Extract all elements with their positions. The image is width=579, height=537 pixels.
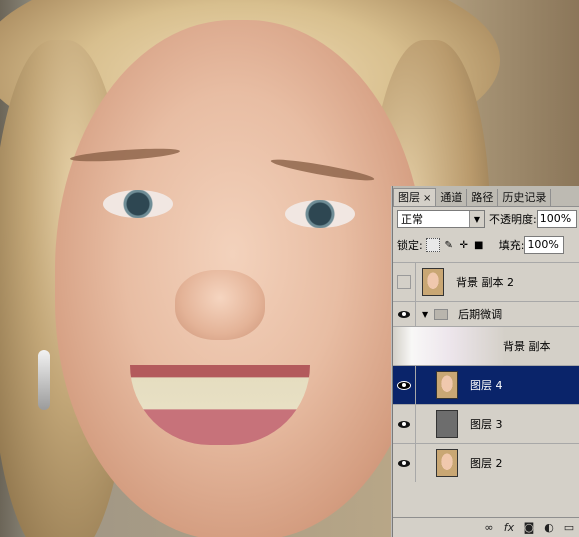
- layer-name: 后期微调: [458, 308, 503, 321]
- opacity-input[interactable]: 100%: [536, 210, 577, 228]
- chevron-down-icon[interactable]: ▼: [469, 211, 484, 227]
- layers-toolbar: ∞ fx ◙ ◐ ▭: [393, 517, 579, 537]
- lock-move-icon[interactable]: ✛: [458, 239, 470, 251]
- fill-label: 填充:: [498, 239, 525, 252]
- photo-eye-left: [103, 190, 173, 218]
- blend-mode-select[interactable]: 正常 ▼: [397, 210, 485, 228]
- layer-fade-overlay: [393, 327, 579, 365]
- visibility-toggle[interactable]: [393, 302, 416, 326]
- visibility-toggle[interactable]: [393, 405, 416, 443]
- new-layer-icon[interactable]: ▭: [562, 521, 576, 535]
- layer-name: 图层 3: [470, 418, 503, 431]
- tab-channels[interactable]: 通道: [436, 189, 468, 206]
- layer-name: 背景 副本: [503, 340, 551, 353]
- layer-row[interactable]: 背景 副本: [393, 326, 579, 365]
- layer-thumbnail: [436, 449, 458, 477]
- layer-thumbnail: [436, 371, 458, 399]
- tab-history[interactable]: 历史记录: [498, 189, 552, 206]
- eye-icon: [398, 459, 410, 467]
- folder-icon: [434, 308, 449, 320]
- visibility-toggle[interactable]: [393, 263, 416, 301]
- fill-input[interactable]: 100%: [524, 236, 565, 254]
- layer-list: 背景 副本 2 ▼ 后期微调 背景 副本 图层 4 图层 3 图层 2: [393, 262, 579, 512]
- panel-tabs: 图层 × 通道 路径 历史记录: [393, 186, 579, 207]
- tab-layers-label: 图层: [398, 191, 420, 204]
- mask-icon[interactable]: ◙: [522, 521, 536, 535]
- lock-brush-icon[interactable]: ✎: [443, 239, 455, 251]
- layer-row-selected[interactable]: 图层 4: [393, 365, 579, 404]
- eye-icon: [398, 310, 410, 318]
- blend-mode-value: 正常: [401, 213, 423, 226]
- layer-name: 图层 2: [470, 457, 503, 470]
- lock-fill-row: 锁定: ✎ ✛ ■ 填充: 100%: [397, 236, 565, 254]
- visibility-off-box: [397, 275, 411, 289]
- lock-all-icon[interactable]: ■: [473, 239, 485, 251]
- blend-opacity-row: 正常 ▼ 不透明度: 100%: [397, 210, 577, 228]
- layer-thumbnail: [422, 268, 444, 296]
- link-icon[interactable]: ∞: [482, 521, 496, 535]
- fx-icon[interactable]: fx: [502, 521, 516, 535]
- layer-thumbnail: [436, 410, 458, 438]
- layer-name: 背景 副本 2: [456, 276, 514, 289]
- tab-paths[interactable]: 路径: [467, 189, 499, 206]
- layers-panel: 图层 × 通道 路径 历史记录 正常 ▼ 不透明度: 100% 锁定: ✎ ✛ ■…: [392, 186, 579, 537]
- lock-label: 锁定:: [397, 239, 423, 252]
- eye-icon: [398, 420, 410, 428]
- close-icon[interactable]: ×: [423, 193, 431, 204]
- layer-name: 图层 4: [470, 379, 503, 392]
- opacity-label: 不透明度:: [489, 213, 537, 226]
- photo-nose: [175, 270, 265, 340]
- visibility-toggle[interactable]: [393, 366, 416, 404]
- layer-group-row[interactable]: ▼ 后期微调: [393, 301, 579, 326]
- photo-earring: [38, 350, 50, 410]
- layer-row[interactable]: 图层 2: [393, 443, 579, 482]
- layer-row[interactable]: 图层 3: [393, 404, 579, 443]
- layer-row[interactable]: 背景 副本 2: [393, 262, 579, 301]
- tab-layers[interactable]: 图层 ×: [393, 188, 437, 206]
- eye-icon: [398, 381, 410, 389]
- photo-eye-right: [285, 200, 355, 228]
- visibility-toggle[interactable]: [393, 444, 416, 482]
- lock-transparent-icon[interactable]: [425, 238, 440, 252]
- expand-triangle-icon[interactable]: ▼: [422, 310, 428, 319]
- adjustment-icon[interactable]: ◐: [542, 521, 556, 535]
